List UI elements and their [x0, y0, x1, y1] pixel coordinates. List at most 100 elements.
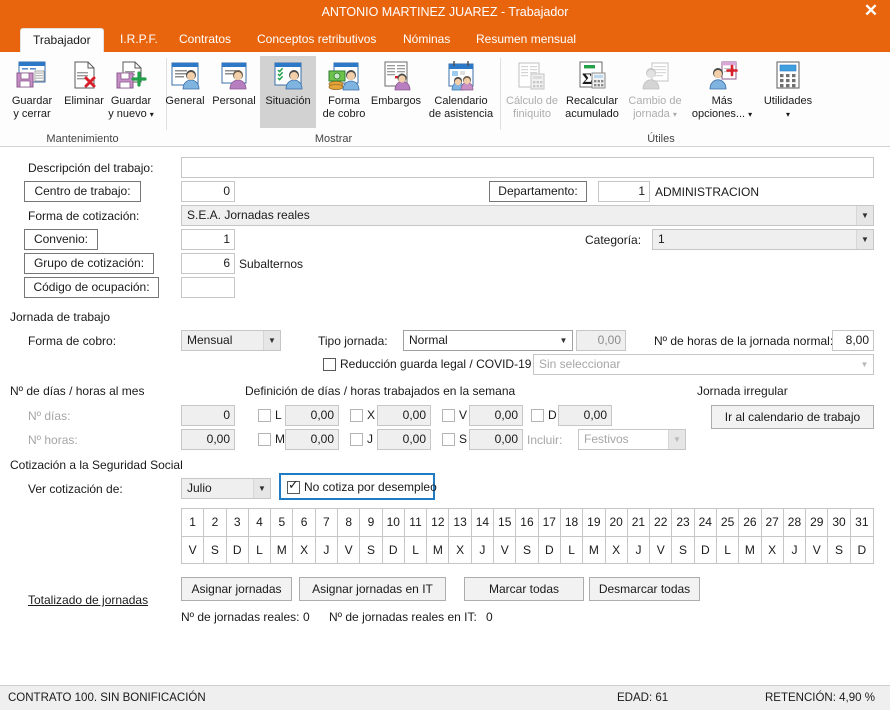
centro-de-trabajo-button[interactable]: Centro de trabajo: — [24, 181, 141, 202]
departamento-button[interactable]: Departamento: — [489, 181, 587, 202]
day-number-cell[interactable]: 20 — [606, 509, 628, 536]
day-letter-cell[interactable]: D — [383, 537, 405, 563]
tab-contratos[interactable]: Contratos — [167, 27, 243, 52]
day-letter-cell[interactable]: X — [762, 537, 784, 563]
day-letter-cell[interactable]: V — [338, 537, 361, 563]
asignar-jornadas-en-it-button[interactable]: Asignar jornadas en IT — [299, 577, 446, 601]
incluir-select[interactable]: Festivos ▼ — [578, 429, 686, 450]
day-number-cell[interactable]: 18 — [561, 509, 584, 536]
day-number-cell[interactable]: 21 — [628, 509, 651, 536]
utilidades-button[interactable]: Utilidades ▾ — [758, 56, 818, 128]
day-letter-cell[interactable]: L — [561, 537, 584, 563]
day-letter-cell[interactable]: V — [806, 537, 829, 563]
desmarcar-todas-button[interactable]: Desmarcar todas — [589, 577, 700, 601]
day-letter-cell[interactable]: L — [249, 537, 272, 563]
forma-de-cotizacion-select[interactable]: S.E.A. Jornadas reales ▼ — [181, 205, 874, 226]
day-letter-cell[interactable]: X — [293, 537, 316, 563]
codigo-de-ocupacion-button[interactable]: Código de ocupación: — [24, 277, 159, 298]
day-number-cell[interactable]: 26 — [739, 509, 762, 536]
guardar-y-nuevo-button[interactable]: Guardar y nuevo ▾ — [100, 56, 162, 128]
day-letter-cell[interactable]: L — [717, 537, 740, 563]
day-letter-cell[interactable]: D — [695, 537, 717, 563]
chevron-down-icon[interactable]: ▼ — [856, 230, 873, 249]
day-letter-cell[interactable]: X — [449, 537, 472, 563]
day-letter-cell[interactable]: J — [784, 537, 807, 563]
day-number-cell[interactable]: 17 — [539, 509, 561, 536]
day-letter-cell[interactable]: S — [360, 537, 383, 563]
day-letter-cell[interactable]: D — [851, 537, 873, 563]
day-letter-cell[interactable]: V — [494, 537, 517, 563]
day-number-cell[interactable]: 22 — [650, 509, 673, 536]
departamento-input[interactable]: 1 — [598, 181, 650, 202]
day-number-cell[interactable]: 10 — [383, 509, 405, 536]
day-number-cell[interactable]: 12 — [427, 509, 450, 536]
guardar-y-cerrar-button[interactable]: Guardar y cerrar — [3, 56, 61, 128]
tipo-jornada-select[interactable]: Normal ▼ — [403, 330, 573, 351]
day-number-cell[interactable]: 19 — [583, 509, 606, 536]
ver-cotizacion-mes-select[interactable]: Julio ▼ — [181, 478, 271, 499]
day-letter-cell[interactable]: S — [204, 537, 227, 563]
horas-jornada-normal-input[interactable]: 8,00 — [832, 330, 874, 351]
day-letter-cell[interactable]: S — [828, 537, 851, 563]
recalcular-acumulado-button[interactable]: Σ Recalcular acumulado — [563, 56, 621, 128]
descripcion-del-trabajo-input[interactable] — [181, 157, 874, 178]
totalizado-de-jornadas-link[interactable]: Totalizado de jornadas — [28, 593, 148, 607]
chevron-down-icon[interactable]: ▼ — [668, 430, 685, 449]
day-number-cell[interactable]: 6 — [293, 509, 316, 536]
day-number-cell[interactable]: 30 — [828, 509, 851, 536]
day-number-cell[interactable]: 3 — [227, 509, 249, 536]
day-number-cell[interactable]: 28 — [784, 509, 807, 536]
day-letter-cell[interactable]: M — [271, 537, 294, 563]
mas-opciones-button[interactable]: Más opciones... ▾ — [688, 56, 756, 128]
chevron-down-icon[interactable]: ▼ — [555, 331, 572, 350]
calendario-de-asistencia-button[interactable]: Calendario de asistencia — [424, 56, 498, 128]
day-number-cell[interactable]: 13 — [449, 509, 472, 536]
day-letter-cell[interactable]: V — [650, 537, 673, 563]
cambio-de-jornada-button[interactable]: Cambio de jornada ▾ — [624, 56, 686, 128]
grupo-de-cotizacion-input[interactable]: 6 — [181, 253, 235, 274]
personal-button[interactable]: Personal — [208, 56, 260, 128]
day-number-cell[interactable]: 29 — [806, 509, 829, 536]
day-letter-cell[interactable]: M — [427, 537, 450, 563]
situacion-button[interactable]: Situación — [260, 56, 316, 128]
cotizacion-day-grid[interactable]: 1 2 3 4 5 6 7 8 9 10 11 12 13 14 15 16 17 18 19 20 21 22 23 24 2… — [181, 508, 874, 564]
day-letter-cell[interactable]: D — [227, 537, 249, 563]
reduccion-guarda-legal-select[interactable]: Sin seleccionar ▼ — [533, 354, 874, 375]
categoria-select[interactable]: 1 ▼ — [652, 229, 874, 250]
convenio-input[interactable]: 1 — [181, 229, 235, 250]
chevron-down-icon[interactable]: ▼ — [856, 355, 873, 374]
day-number-cell[interactable]: 8 — [338, 509, 361, 536]
convenio-button[interactable]: Convenio: — [24, 229, 98, 250]
forma-de-cobro-select[interactable]: Mensual ▼ — [181, 330, 281, 351]
ir-al-calendario-de-trabajo-button[interactable]: Ir al calendario de trabajo — [711, 405, 874, 429]
day-number-cell[interactable]: 23 — [672, 509, 695, 536]
grupo-de-cotizacion-button[interactable]: Grupo de cotización: — [24, 253, 154, 274]
tab-resumen-mensual[interactable]: Resumen mensual — [464, 27, 588, 52]
chevron-down-icon[interactable]: ▼ — [253, 479, 270, 498]
day-number-cell[interactable]: 5 — [271, 509, 294, 536]
day-letter-cell[interactable]: X — [606, 537, 628, 563]
day-letter-cell[interactable]: M — [739, 537, 762, 563]
tab-irpf[interactable]: I.R.P.F. — [108, 27, 170, 52]
general-button[interactable]: General — [162, 56, 208, 128]
day-number-cell[interactable]: 16 — [516, 509, 539, 536]
chevron-down-icon[interactable]: ▼ — [263, 331, 280, 350]
embargos-button[interactable]: Embargos — [366, 56, 426, 128]
day-letter-cell[interactable]: D — [539, 537, 561, 563]
tab-nominas[interactable]: Nóminas — [391, 27, 462, 52]
day-number-cell[interactable]: 31 — [851, 509, 873, 536]
day-letter-cell[interactable]: M — [583, 537, 606, 563]
forma-de-cobro-button[interactable]: Forma de cobro — [316, 56, 372, 128]
day-number-cell[interactable]: 15 — [494, 509, 517, 536]
calculo-de-finiquito-button[interactable]: Cálculo de finiquito — [503, 56, 561, 128]
codigo-de-ocupacion-input[interactable] — [181, 277, 235, 298]
centro-de-trabajo-input[interactable]: 0 — [181, 181, 235, 202]
day-letter-cell[interactable]: J — [316, 537, 339, 563]
day-letter-cell[interactable]: J — [628, 537, 651, 563]
tab-trabajador[interactable]: Trabajador — [20, 28, 104, 52]
day-letter-cell[interactable]: S — [516, 537, 539, 563]
day-number-cell[interactable]: 14 — [472, 509, 495, 536]
chevron-down-icon[interactable]: ▼ — [856, 206, 873, 225]
marcar-todas-button[interactable]: Marcar todas — [464, 577, 584, 601]
day-letter-cell[interactable]: L — [405, 537, 428, 563]
